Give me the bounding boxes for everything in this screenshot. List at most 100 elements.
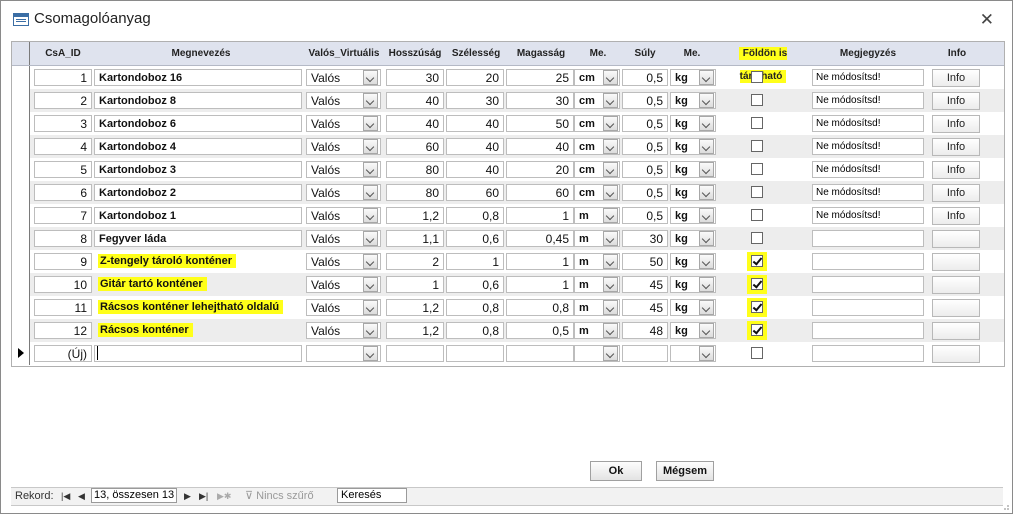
type-dropdown-icon[interactable]	[363, 70, 378, 85]
height-cell[interactable]: 0,8	[506, 299, 574, 316]
search-input[interactable]: Keresés	[337, 488, 407, 503]
column-header[interactable]: Hosszúság	[384, 42, 446, 65]
column-header[interactable]: Földön is tárolható	[716, 42, 810, 83]
id-cell[interactable]: (Új)	[34, 345, 92, 362]
info-button[interactable]	[932, 230, 980, 248]
row-selector[interactable]	[12, 296, 30, 319]
table-row[interactable]: 5 Kartondoboz 3 Valós 80 40 20 cm 0,5 kg Ne módos…	[12, 158, 1004, 181]
table-row[interactable]: 4 Kartondoboz 4 Valós 60 40 40 cm 0,5 kg Ne módos…	[12, 135, 1004, 158]
floor-checkbox-cell[interactable]	[747, 344, 767, 363]
name-cell[interactable]: Kartondoboz 16	[94, 69, 302, 86]
info-button[interactable]	[932, 253, 980, 271]
name-cell[interactable]: Z-tengely tároló konténer	[94, 253, 302, 270]
ok-button[interactable]: Ok	[590, 461, 642, 481]
height-cell[interactable]: 25	[506, 69, 574, 86]
width-cell[interactable]	[446, 345, 504, 362]
note-field[interactable]: Ne módosítsd!	[812, 207, 924, 224]
first-record-icon[interactable]: |◀	[61, 491, 70, 502]
length-cell[interactable]: 1,2	[386, 322, 444, 339]
select-all-corner[interactable]	[12, 42, 30, 65]
note-field[interactable]	[812, 345, 924, 362]
type-dropdown-icon[interactable]	[363, 162, 378, 177]
info-button[interactable]: Info	[932, 138, 980, 156]
table-row[interactable]: 12 Rácsos konténer Valós 1,2 0,8 0,5 m 48 kg	[12, 319, 1004, 342]
floor-checkbox-cell[interactable]	[747, 91, 767, 110]
name-cell[interactable]: Rácsos konténer	[94, 322, 302, 339]
info-button[interactable]	[932, 299, 980, 317]
width-cell[interactable]: 0,6	[446, 230, 504, 247]
unit-dropdown-icon[interactable]	[603, 116, 618, 131]
new-record-icon[interactable]: ▶✱	[217, 491, 231, 502]
id-cell[interactable]: 2	[34, 92, 92, 109]
column-header[interactable]: CsA_ID	[30, 42, 96, 65]
type-dropdown-icon[interactable]	[363, 346, 378, 361]
table-row[interactable]: 1 Kartondoboz 16 Valós 30 20 25 cm 0,5 kg Ne módo…	[12, 66, 1004, 89]
id-cell[interactable]: 3	[34, 115, 92, 132]
length-cell[interactable]	[386, 345, 444, 362]
weight-unit-dropdown-icon[interactable]	[699, 185, 714, 200]
height-cell[interactable]: 20	[506, 161, 574, 178]
type-dropdown-icon[interactable]	[363, 208, 378, 223]
unit-dropdown-icon[interactable]	[603, 93, 618, 108]
weight-cell[interactable]: 48	[622, 322, 668, 339]
width-cell[interactable]: 40	[446, 161, 504, 178]
floor-checkbox[interactable]	[751, 347, 763, 359]
floor-checkbox[interactable]	[751, 71, 763, 83]
weight-cell[interactable]: 0,5	[622, 207, 668, 224]
id-cell[interactable]: 10	[34, 276, 92, 293]
weight-unit-dropdown-icon[interactable]	[699, 346, 714, 361]
floor-checkbox-cell[interactable]	[747, 68, 767, 87]
row-selector[interactable]	[12, 319, 30, 342]
weight-cell[interactable]: 0,5	[622, 138, 668, 155]
row-selector[interactable]	[12, 158, 30, 181]
info-button[interactable]: Info	[932, 92, 980, 110]
unit-dropdown-icon[interactable]	[603, 277, 618, 292]
column-header[interactable]: Me.	[668, 42, 716, 65]
height-cell[interactable]	[506, 345, 574, 362]
height-cell[interactable]: 1	[506, 253, 574, 270]
note-field[interactable]: Ne módosítsd!	[812, 92, 924, 109]
length-cell[interactable]: 30	[386, 69, 444, 86]
name-cell[interactable]: Rácsos konténer lehejtható oldalú	[94, 299, 302, 316]
height-cell[interactable]: 60	[506, 184, 574, 201]
row-selector[interactable]	[12, 89, 30, 112]
floor-checkbox[interactable]	[751, 186, 763, 198]
unit-dropdown-icon[interactable]	[603, 323, 618, 338]
column-header[interactable]: Valós_Virtuális	[304, 42, 384, 65]
width-cell[interactable]: 40	[446, 138, 504, 155]
floor-checkbox-cell[interactable]	[747, 298, 767, 317]
id-cell[interactable]: 12	[34, 322, 92, 339]
floor-checkbox[interactable]	[751, 140, 763, 152]
info-button[interactable]	[932, 322, 980, 340]
row-selector[interactable]	[12, 227, 30, 250]
width-cell[interactable]: 0,6	[446, 276, 504, 293]
length-cell[interactable]: 80	[386, 184, 444, 201]
length-cell[interactable]: 1,1	[386, 230, 444, 247]
length-cell[interactable]: 2	[386, 253, 444, 270]
name-cell[interactable]: Kartondoboz 6	[94, 115, 302, 132]
floor-checkbox-cell[interactable]	[747, 183, 767, 202]
type-dropdown-icon[interactable]	[363, 93, 378, 108]
table-row[interactable]: 11 Rácsos konténer lehejtható oldalú Valós…	[12, 296, 1004, 319]
row-selector[interactable]	[12, 135, 30, 158]
table-row[interactable]: 10 Gitár tartó konténer Valós 1 0,6 1 m 45 kg	[12, 273, 1004, 296]
note-field[interactable]: Ne módosítsd!	[812, 184, 924, 201]
floor-checkbox[interactable]	[751, 94, 763, 106]
width-cell[interactable]: 20	[446, 69, 504, 86]
floor-checkbox[interactable]	[751, 278, 763, 290]
id-cell[interactable]: 1	[34, 69, 92, 86]
unit-dropdown-icon[interactable]	[603, 208, 618, 223]
row-selector[interactable]	[12, 181, 30, 204]
height-cell[interactable]: 1	[506, 207, 574, 224]
info-button[interactable]	[932, 345, 980, 363]
type-dropdown-icon[interactable]	[363, 323, 378, 338]
width-cell[interactable]: 1	[446, 253, 504, 270]
name-cell[interactable]: Kartondoboz 4	[94, 138, 302, 155]
weight-cell[interactable]: 0,5	[622, 161, 668, 178]
cancel-button[interactable]: Mégsem	[656, 461, 714, 481]
height-cell[interactable]: 40	[506, 138, 574, 155]
floor-checkbox-cell[interactable]	[747, 229, 767, 248]
weight-unit-dropdown-icon[interactable]	[699, 231, 714, 246]
floor-checkbox[interactable]	[751, 163, 763, 175]
width-cell[interactable]: 40	[446, 115, 504, 132]
